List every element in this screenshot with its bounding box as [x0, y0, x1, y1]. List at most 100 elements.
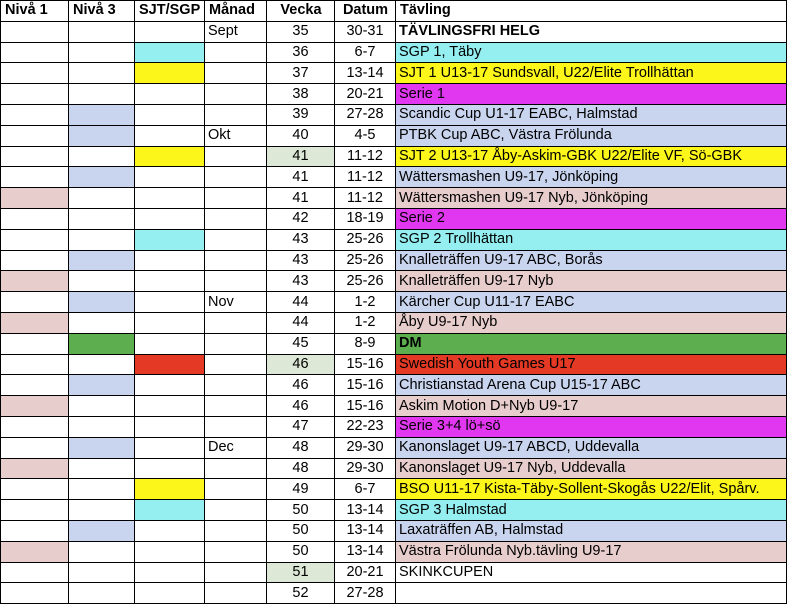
- cell-niva-1[interactable]: [0, 103, 69, 126]
- cell-vecka[interactable]: 50: [266, 519, 335, 542]
- cell-manad[interactable]: [204, 561, 267, 584]
- cell-datum[interactable]: 11-12: [334, 187, 396, 209]
- cell-vecka[interactable]: 43: [266, 270, 335, 293]
- cell-tavling[interactable]: SJT 2 U13-17 Åby-Askim-GBK U22/Elite VF,…: [395, 145, 787, 168]
- header-niva-3[interactable]: Nivå 3: [68, 0, 135, 22]
- cell-niva-1[interactable]: [0, 291, 69, 313]
- cell-vecka[interactable]: 44: [266, 291, 335, 313]
- cell-sjt-sgp[interactable]: [134, 457, 205, 480]
- cell-sjt-sgp[interactable]: [134, 374, 205, 397]
- header-tavling[interactable]: Tävling: [395, 0, 787, 22]
- cell-sjt-sgp[interactable]: [134, 166, 205, 189]
- cell-manad[interactable]: [204, 374, 267, 397]
- cell-manad[interactable]: Nov: [204, 291, 267, 313]
- cell-manad[interactable]: [204, 83, 267, 105]
- cell-vecka[interactable]: 46: [266, 395, 335, 417]
- cell-niva-1[interactable]: [0, 415, 69, 438]
- cell-niva-1[interactable]: [0, 228, 69, 251]
- cell-manad[interactable]: Sept: [204, 20, 267, 43]
- cell-datum[interactable]: 30-31: [334, 20, 396, 43]
- cell-datum[interactable]: 20-21: [334, 83, 396, 105]
- cell-sjt-sgp[interactable]: [134, 145, 205, 168]
- cell-sjt-sgp[interactable]: [134, 249, 205, 272]
- cell-niva-3[interactable]: [68, 207, 135, 230]
- cell-niva-3[interactable]: [68, 582, 135, 605]
- cell-datum[interactable]: 27-28: [334, 103, 396, 126]
- cell-niva-1[interactable]: [0, 270, 69, 293]
- cell-niva-3[interactable]: [68, 374, 135, 397]
- cell-manad[interactable]: [204, 332, 267, 355]
- cell-datum[interactable]: 22-23: [334, 415, 396, 438]
- header-niva-1[interactable]: Nivå 1: [0, 0, 69, 22]
- cell-niva-1[interactable]: [0, 582, 69, 605]
- cell-manad[interactable]: [204, 499, 267, 521]
- cell-niva-3[interactable]: [68, 145, 135, 168]
- cell-datum[interactable]: 18-19: [334, 207, 396, 230]
- cell-tavling[interactable]: Wättersmashen U9-17 Nyb, Jönköping: [395, 187, 787, 209]
- cell-niva-3[interactable]: [68, 395, 135, 417]
- cell-tavling[interactable]: Serie 2: [395, 207, 787, 230]
- cell-vecka[interactable]: 38: [266, 83, 335, 105]
- cell-tavling[interactable]: Åby U9-17 Nyb: [395, 311, 787, 334]
- cell-niva-1[interactable]: [0, 145, 69, 168]
- cell-tavling[interactable]: PTBK Cup ABC, Västra Frölunda: [395, 124, 787, 147]
- cell-vecka[interactable]: 47: [266, 415, 335, 438]
- cell-vecka[interactable]: 41: [266, 187, 335, 209]
- cell-vecka[interactable]: 37: [266, 62, 335, 85]
- cell-niva-3[interactable]: [68, 415, 135, 438]
- cell-niva-3[interactable]: [68, 519, 135, 542]
- cell-sjt-sgp[interactable]: [134, 561, 205, 584]
- cell-datum[interactable]: 11-12: [334, 166, 396, 189]
- cell-datum[interactable]: 25-26: [334, 270, 396, 293]
- cell-vecka[interactable]: 42: [266, 207, 335, 230]
- cell-manad[interactable]: [204, 540, 267, 563]
- cell-manad[interactable]: [204, 62, 267, 85]
- cell-datum[interactable]: 25-26: [334, 228, 396, 251]
- cell-manad[interactable]: [204, 395, 267, 417]
- cell-vecka[interactable]: 43: [266, 228, 335, 251]
- cell-manad[interactable]: [204, 228, 267, 251]
- cell-tavling[interactable]: Laxaträffen AB, Halmstad: [395, 519, 787, 542]
- cell-sjt-sgp[interactable]: [134, 540, 205, 563]
- cell-niva-1[interactable]: [0, 187, 69, 209]
- cell-tavling[interactable]: SKINKCUPEN: [395, 561, 787, 584]
- cell-datum[interactable]: 27-28: [334, 582, 396, 605]
- cell-niva-3[interactable]: [68, 83, 135, 105]
- cell-niva-3[interactable]: [68, 561, 135, 584]
- cell-manad[interactable]: [204, 457, 267, 480]
- cell-manad[interactable]: [204, 582, 267, 605]
- cell-niva-3[interactable]: [68, 166, 135, 189]
- cell-niva-1[interactable]: [0, 395, 69, 417]
- cell-sjt-sgp[interactable]: [134, 519, 205, 542]
- cell-datum[interactable]: 1-2: [334, 291, 396, 313]
- header-sjt-sgp[interactable]: SJT/SGP: [134, 0, 205, 22]
- cell-niva-1[interactable]: [0, 20, 69, 43]
- cell-tavling[interactable]: SGP 2 Trollhättan: [395, 228, 787, 251]
- cell-niva-3[interactable]: [68, 20, 135, 43]
- cell-sjt-sgp[interactable]: [134, 62, 205, 85]
- cell-sjt-sgp[interactable]: [134, 478, 205, 501]
- cell-vecka[interactable]: 51: [266, 561, 335, 584]
- cell-datum[interactable]: 13-14: [334, 62, 396, 85]
- cell-niva-1[interactable]: [0, 519, 69, 542]
- cell-sjt-sgp[interactable]: [134, 311, 205, 334]
- cell-tavling[interactable]: Knalleträffen U9-17 ABC, Borås: [395, 249, 787, 272]
- cell-datum[interactable]: 15-16: [334, 374, 396, 397]
- cell-datum[interactable]: 15-16: [334, 353, 396, 376]
- cell-manad[interactable]: [204, 145, 267, 168]
- cell-tavling[interactable]: Kärcher Cup U11-17 EABC: [395, 291, 787, 313]
- cell-niva-1[interactable]: [0, 207, 69, 230]
- header-manad[interactable]: Månad: [204, 0, 267, 22]
- cell-tavling[interactable]: Wättersmashen U9-17, Jönköping: [395, 166, 787, 189]
- cell-sjt-sgp[interactable]: [134, 41, 205, 64]
- cell-tavling[interactable]: BSO U11-17 Kista-Täby-Sollent-Skogås U22…: [395, 478, 787, 501]
- cell-datum[interactable]: 13-14: [334, 540, 396, 563]
- cell-niva-3[interactable]: [68, 499, 135, 521]
- cell-niva-3[interactable]: [68, 103, 135, 126]
- cell-datum[interactable]: 15-16: [334, 395, 396, 417]
- cell-vecka[interactable]: 35: [266, 20, 335, 43]
- cell-sjt-sgp[interactable]: [134, 103, 205, 126]
- cell-niva-3[interactable]: [68, 249, 135, 272]
- cell-niva-3[interactable]: [68, 41, 135, 64]
- cell-niva-1[interactable]: [0, 478, 69, 501]
